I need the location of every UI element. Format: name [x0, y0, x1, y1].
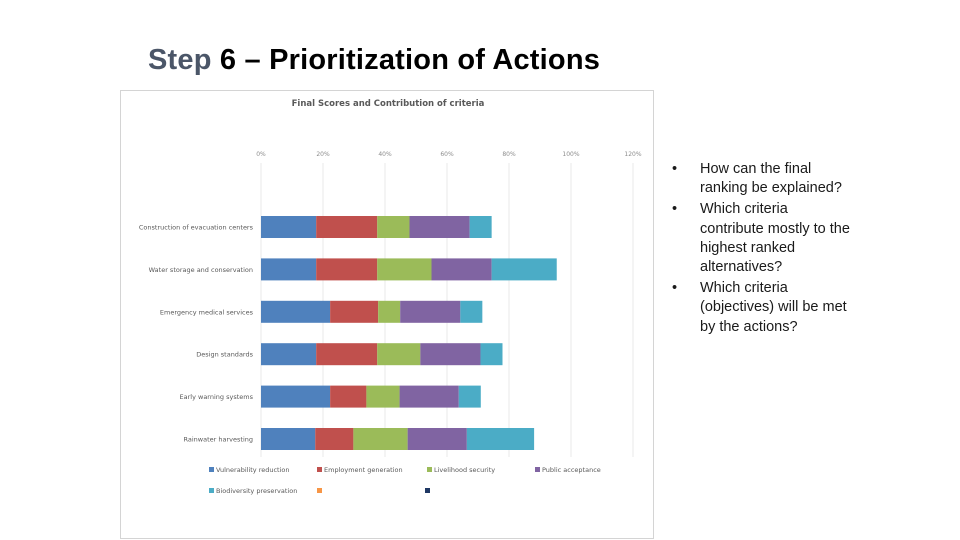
- bar-segment: [377, 258, 432, 281]
- legend-swatch: [209, 467, 214, 472]
- category-label: Early warning systems: [180, 393, 254, 401]
- x-tick-label: 100%: [562, 151, 579, 158]
- stacked-bar-chart: Final Scores and Contribution of criteri…: [139, 99, 642, 495]
- bullet-text: Which criteria (objectives) will be met …: [700, 280, 847, 335]
- bar-segment: [316, 258, 378, 281]
- bullet-marker: •: [672, 201, 678, 218]
- bar-segment: [399, 385, 459, 408]
- legend-swatch: [209, 488, 214, 493]
- bar-segment: [378, 300, 401, 323]
- bar-segment: [261, 300, 331, 323]
- legend-label: Vulnerability reduction: [216, 466, 290, 474]
- bullet-item: • How can the final ranking be explained?: [672, 160, 852, 198]
- bar-segment: [377, 343, 421, 366]
- x-tick-label: 60%: [440, 151, 454, 158]
- bar-segment: [460, 300, 483, 323]
- slide-title-step: Step: [148, 44, 212, 76]
- chart-frame: Final Scores and Contribution of criteri…: [120, 90, 654, 539]
- legend-swatch: [317, 488, 322, 493]
- category-label: Rainwater harvesting: [184, 436, 253, 444]
- category-label: Emergency medical services: [160, 308, 254, 316]
- legend: Vulnerability reduction Employment genera…: [209, 466, 601, 495]
- bar-segment: [315, 428, 354, 450]
- legend-swatch: [317, 467, 322, 472]
- x-tick-label: 120%: [624, 151, 641, 158]
- bar-segment: [466, 428, 535, 450]
- legend-label: Public acceptance: [542, 466, 601, 474]
- bar-segment: [261, 385, 331, 408]
- bars: [261, 216, 557, 450]
- chart-title: Final Scores and Contribution of criteri…: [292, 99, 485, 109]
- bar-segment: [316, 343, 378, 366]
- bar-segment: [261, 216, 317, 238]
- bar-segment: [353, 428, 408, 450]
- bullet-list: • How can the final ranking be explained?…: [672, 160, 852, 339]
- legend-swatch: [535, 467, 540, 472]
- bullet-marker: •: [672, 280, 678, 297]
- category-label: Water storage and conservation: [149, 266, 253, 274]
- bar-segment: [261, 258, 317, 281]
- legend-label: Livelihood security: [434, 466, 495, 474]
- x-tick-label: 20%: [316, 151, 330, 158]
- x-tick-label: 0%: [256, 151, 266, 158]
- bullet-marker: •: [672, 161, 678, 177]
- slide-title: Step 6 – Prioritization of Actions: [148, 44, 600, 77]
- bar-segment: [366, 385, 400, 408]
- bar-segment: [480, 343, 503, 366]
- bar-segment: [469, 216, 492, 238]
- bar-segment: [316, 216, 378, 238]
- bar-segment: [261, 343, 317, 366]
- x-tick-labels: 0% 20% 40% 60% 80% 100% 120%: [256, 151, 642, 158]
- legend-label: Employment generation: [324, 466, 403, 474]
- slide-title-rest: 6 – Prioritization of Actions: [211, 44, 601, 76]
- bullet-item: • Which criteria (objectives) will be met…: [672, 279, 852, 337]
- bar-segment: [491, 258, 557, 281]
- legend-swatch: [427, 467, 432, 472]
- bullet-item: • Which criteria contribute mostly to the…: [672, 200, 852, 277]
- legend-swatch: [425, 488, 430, 493]
- bar-segment: [261, 428, 316, 450]
- bar-segment: [407, 428, 467, 450]
- x-tick-label: 40%: [378, 151, 392, 158]
- bar-segment: [330, 300, 379, 323]
- bar-segment: [400, 300, 461, 323]
- x-tick-label: 80%: [502, 151, 516, 158]
- bullet-text: How can the final ranking be explained?: [700, 161, 842, 197]
- category-label: Design standards: [196, 351, 253, 359]
- bar-segment: [431, 258, 492, 281]
- bar-segment: [377, 216, 410, 238]
- bar-segment: [420, 343, 481, 366]
- bullet-text: Which criteria contribute mostly to the …: [700, 201, 850, 276]
- bar-segment: [458, 385, 481, 408]
- category-labels: Construction of evacuation centers Water …: [139, 224, 254, 444]
- bar-segment: [330, 385, 367, 408]
- bar-segment: [409, 216, 470, 238]
- category-label: Construction of evacuation centers: [139, 224, 254, 232]
- legend-label: Biodiversity preservation: [216, 487, 297, 495]
